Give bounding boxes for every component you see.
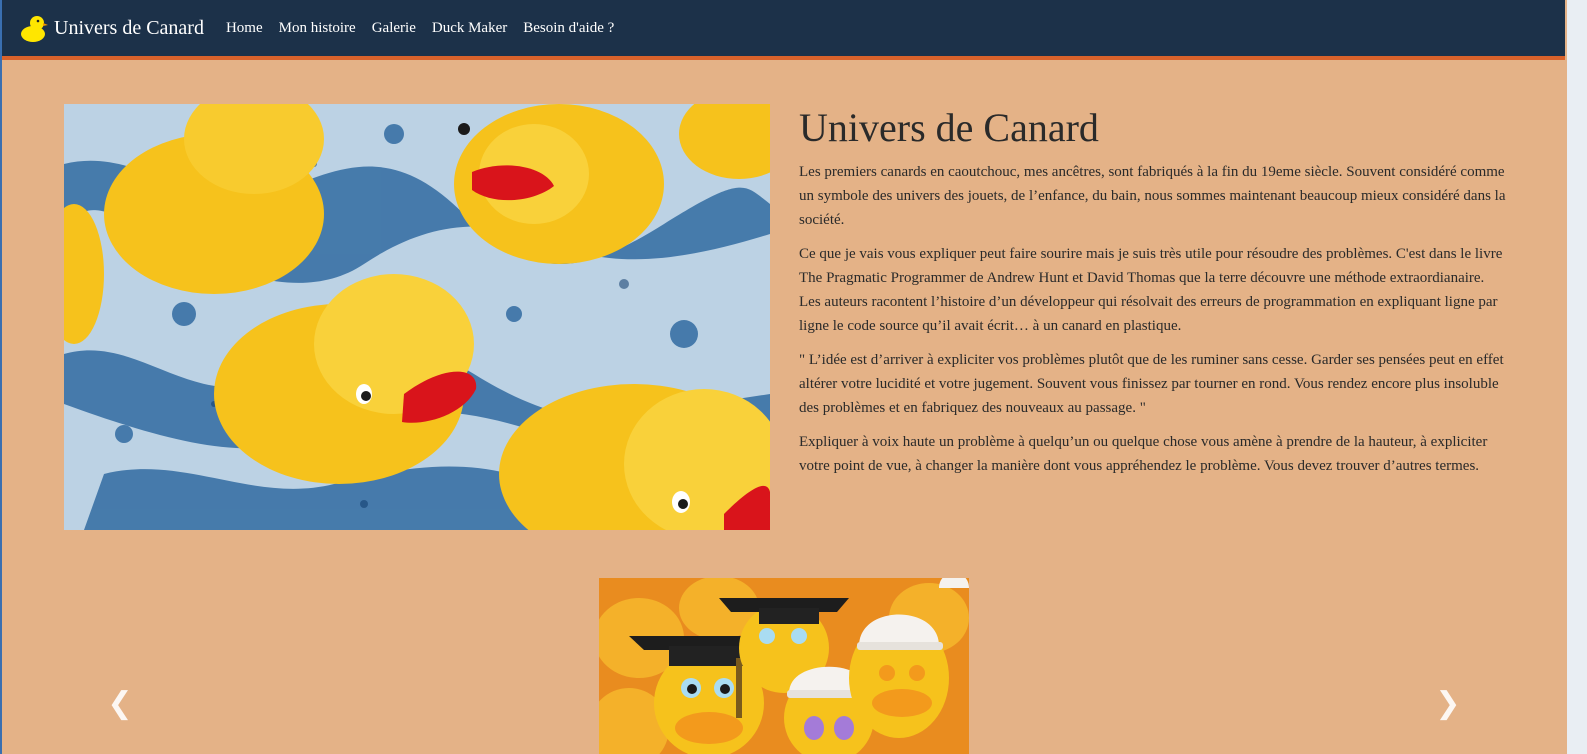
top-navbar: Univers de Canard Home Mon histoire Gale… [2,0,1565,60]
carousel-slide-image [599,578,969,754]
paragraph-origins: Les premiers canards en caoutchouc, mes … [799,164,1506,228]
paragraph-explain-aloud: Expliquer à voix haute un problème à que… [799,434,1488,474]
carousel-prev-button[interactable]: ❮ [100,685,140,721]
duck-icon [18,13,48,43]
brand-title: Univers de Canard [54,16,204,39]
brand-link[interactable]: Univers de Canard [18,13,218,43]
nav-link-besoin-aide[interactable]: Besoin d'aide ? [523,20,614,37]
intro-text-block: Univers de Canard Les premiers canards e… [799,104,1509,488]
nav-link-duck-maker[interactable]: Duck Maker [432,20,507,37]
chevron-right-icon: ❯ [1435,685,1461,721]
page-title: Univers de Canard [799,105,1099,150]
paragraph-pragmatic-programmer: Ce que je vais vous expliquer peut faire… [799,246,1503,334]
nav-link-galerie[interactable]: Galerie [372,20,416,37]
hero-rubber-ducks-image [64,104,770,530]
nav-link-mon-histoire[interactable]: Mon histoire [279,20,356,37]
image-carousel: ❮ ❯ [64,578,1510,754]
carousel-next-button[interactable]: ❯ [1428,685,1468,721]
chevron-left-icon: ❮ [107,685,133,721]
nav-link-home[interactable]: Home [226,20,263,37]
nav-links: Home Mon histoire Galerie Duck Maker Bes… [218,20,622,37]
window-left-edge [0,0,2,754]
window-right-edge [1567,0,1587,754]
paragraph-quote: " L’idée est d’arriver à expliciter vos … [799,352,1504,416]
